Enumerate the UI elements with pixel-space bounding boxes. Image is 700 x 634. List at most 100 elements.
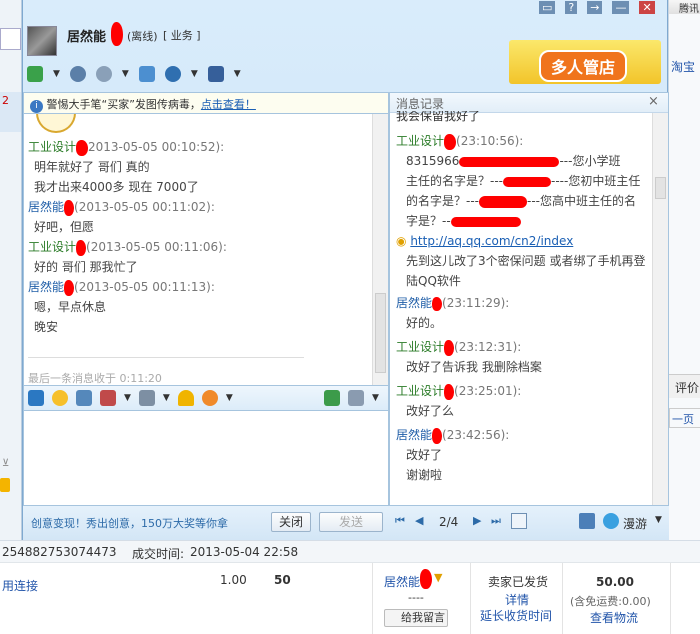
sender-name: 工业设计 xyxy=(396,340,445,354)
minimize-icon[interactable]: — xyxy=(612,1,630,14)
forward-icon[interactable] xyxy=(324,390,340,406)
redaction-mark xyxy=(450,216,521,227)
sender-name: 居然能 xyxy=(396,296,433,310)
chat-scrollbar[interactable] xyxy=(372,93,388,386)
send-button[interactable]: 发送 xyxy=(319,512,383,532)
sender-name: 工业设计 xyxy=(396,384,445,398)
background-scroll-icon: ⊻ xyxy=(2,458,10,469)
redaction-mark xyxy=(76,139,89,156)
info-icon: i xyxy=(30,100,43,113)
message-line: ----您初中班主任 xyxy=(551,174,641,188)
leave-message-button[interactable]: 给我留言 xyxy=(384,609,448,627)
extend-receipt-link[interactable]: 延长收货时间 xyxy=(480,607,552,624)
sender-name: 工业设计 xyxy=(28,240,77,254)
next-page-icon[interactable]: ▶ xyxy=(473,514,481,527)
promo-text[interactable]: 创意变现！秀出创意，150万大奖等你拿 xyxy=(31,515,228,531)
redaction-mark xyxy=(64,199,75,216)
warning-link[interactable]: 点击查看！ xyxy=(201,98,256,111)
item-link[interactable]: 用连接 xyxy=(2,577,38,594)
message-line: 先到这儿改了3个密保问题 或者绑了手机再登陆QQ软件 xyxy=(406,254,646,288)
bell-icon[interactable] xyxy=(177,390,194,406)
background-right-panel: 腾讯 淘宝 评价 一页 xyxy=(668,0,700,633)
roam-label[interactable]: 漫游 xyxy=(623,515,647,532)
heart-icon[interactable] xyxy=(201,390,218,406)
background-taobao-link[interactable]: 淘宝 xyxy=(671,58,695,75)
background-review-tab[interactable]: 评价 xyxy=(669,374,700,398)
logistics-link[interactable]: 查看物流 xyxy=(590,609,638,626)
contact-group-link[interactable]: [ 业务 ] xyxy=(163,27,201,43)
message-line: 字是？-- xyxy=(406,214,451,228)
roam-dropdown-icon[interactable]: ▼ xyxy=(655,515,662,525)
filter-icon: ▼ xyxy=(434,571,443,584)
history-scrollbar[interactable] xyxy=(652,113,668,505)
sender-name: 工业设计 xyxy=(28,140,77,154)
history-pane: 消息记录 × 我会保留我好了 工业设计 (23:10:56): 8315966 --… xyxy=(389,92,669,506)
transfer-file-icon[interactable] xyxy=(27,66,43,82)
close-button[interactable]: 关闭 xyxy=(271,512,311,532)
history-title: 消息记录 xyxy=(390,93,668,113)
screenshot-icon[interactable] xyxy=(138,66,155,82)
screenshot-tool-icon[interactable] xyxy=(100,390,116,406)
redaction-mark xyxy=(479,195,527,208)
help-icon[interactable]: ? xyxy=(565,1,578,14)
buyer-name[interactable]: 居然能 xyxy=(384,573,420,590)
order-id: 254882753074473 xyxy=(2,545,117,559)
history-icon[interactable] xyxy=(348,390,364,406)
redaction-mark xyxy=(444,383,455,400)
contact-name[interactable]: 居然能 xyxy=(67,26,106,45)
font-icon[interactable] xyxy=(28,390,44,406)
message-time: (2013-05-05 00:11:02): xyxy=(74,200,215,214)
detail-link[interactable]: 详情 xyxy=(505,591,529,608)
message-line: 改好了么 xyxy=(406,404,455,418)
chat-message-pane: 工业设计 2013-05-05 00:10:52): 明年就好了 哥们 真的 我才出… xyxy=(23,92,389,387)
chat-message: 工业设计 2013-05-05 00:10:52): 明年就好了 哥们 真的 我才出… xyxy=(28,137,372,197)
calendar-icon[interactable] xyxy=(511,513,527,529)
message-line: 8315966 xyxy=(406,154,460,168)
chat-message: 工业设计 (2013-05-05 00:11:06): 好的 哥们 那我忙了 xyxy=(28,237,372,277)
sender-name: 居然能 xyxy=(28,200,65,214)
message-line: 好的。 xyxy=(406,316,443,330)
item-qty: 50 xyxy=(274,573,291,587)
message-time: (23:12:31): xyxy=(454,340,522,354)
minimize-mode-icon[interactable]: ▭ xyxy=(539,1,556,14)
message-line: 好的 哥们 那我忙了 xyxy=(34,260,138,274)
scroll-thumb[interactable] xyxy=(375,293,386,373)
redaction-mark xyxy=(444,133,457,150)
roam-icon[interactable] xyxy=(603,513,619,529)
avatar[interactable] xyxy=(27,26,57,56)
history-close-icon[interactable]: × xyxy=(648,94,659,109)
prev-page-icon[interactable]: ◀ xyxy=(415,514,423,527)
first-page-icon[interactable]: ⏮ xyxy=(395,514,405,528)
chat-header: 居然能 (离线) [ 业务 ] 多人管店 ▭ ? → — ✕ xyxy=(23,0,669,84)
last-message-note: 最后一条消息收于 0:11:20 xyxy=(28,372,162,385)
security-link[interactable]: http://aq.qq.com/cn2/index xyxy=(410,234,573,248)
scroll-thumb[interactable] xyxy=(655,177,666,199)
background-next-page[interactable]: 一页 xyxy=(669,408,700,428)
pin-icon[interactable]: → xyxy=(587,1,603,14)
message-time: 2013-05-05 00:10:52): xyxy=(88,140,225,154)
app-icon[interactable] xyxy=(207,66,224,82)
remote-icon[interactable] xyxy=(164,66,181,82)
background-yellow-icon xyxy=(0,478,10,492)
background-left-number: 2 xyxy=(0,92,21,132)
redaction-mark xyxy=(459,156,560,167)
background-left-panel: 2 ⊻ xyxy=(0,0,22,540)
settings-icon[interactable] xyxy=(579,513,595,529)
video-icon[interactable] xyxy=(95,66,112,82)
message-line: 好吧，但愿 xyxy=(34,220,95,234)
shield-icon: ◉ xyxy=(396,234,407,248)
message-line: 晚安 xyxy=(34,320,59,334)
message-input[interactable] xyxy=(23,411,389,506)
last-page-icon[interactable]: ⏭ xyxy=(491,514,501,528)
voice-icon[interactable] xyxy=(69,66,86,82)
warning-bar: i 警惕大手笔“买家”发图传病毒，点击查看！ xyxy=(23,92,389,114)
close-icon[interactable]: ✕ xyxy=(639,1,655,14)
history-entries: 工业设计 (23:10:56): 8315966 ---您小学班 主任的名字是？--… xyxy=(396,131,650,485)
redaction-mark xyxy=(503,176,551,187)
smiley-icon[interactable] xyxy=(52,390,68,406)
image-icon[interactable] xyxy=(76,390,92,406)
calendar-icon[interactable] xyxy=(138,390,155,406)
background-tab[interactable]: 腾讯 xyxy=(669,0,700,15)
message-line: 明年就好了 哥们 真的 xyxy=(34,160,150,174)
chat-toolbar: ▼ ▼ ▼ ▼ xyxy=(23,62,669,92)
